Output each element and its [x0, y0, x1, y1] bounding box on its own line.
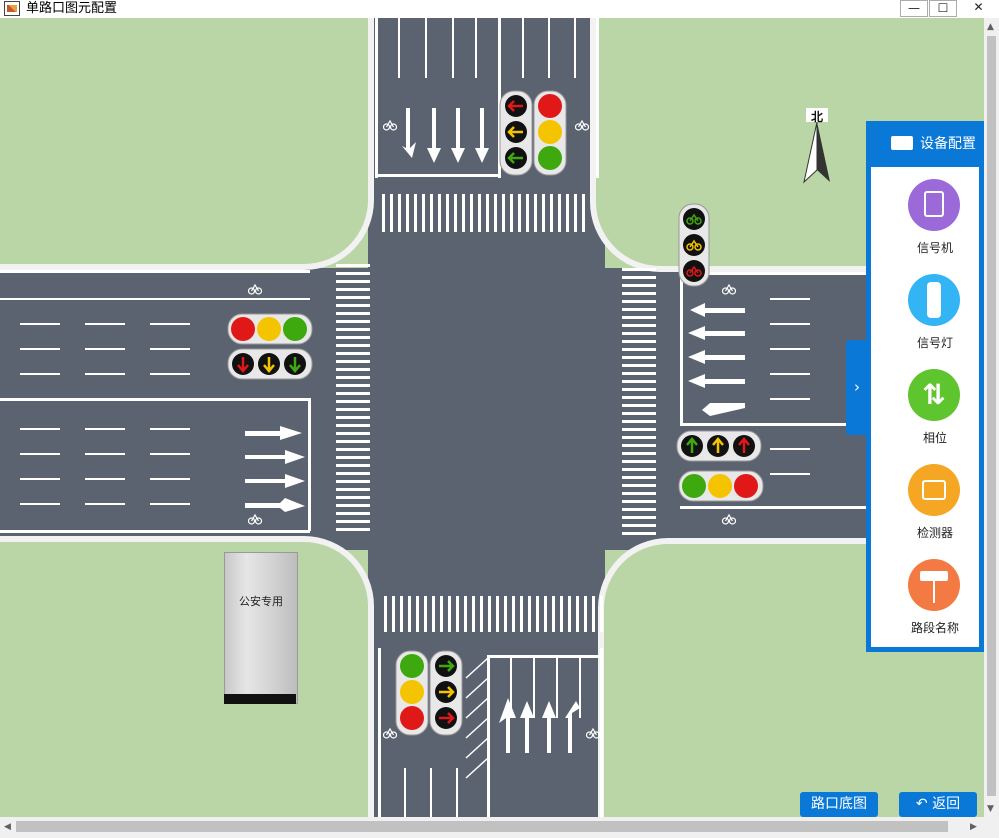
tool-signal-controller[interactable]: 信号机	[871, 167, 979, 259]
bike-lane-icon	[382, 116, 398, 131]
horizontal-scrollbar[interactable]: ◀ ▶	[0, 817, 999, 838]
tool-label: 路段名称	[910, 621, 959, 635]
vertical-scrollbar[interactable]: ▲ ▼	[984, 18, 999, 817]
tool-label: 信号灯	[916, 336, 953, 350]
compass-label: 北	[806, 108, 828, 124]
traffic-light-east-round[interactable]	[678, 470, 764, 506]
horizontal-scroll-thumb[interactable]	[16, 821, 948, 832]
tool-label: 信号机	[916, 241, 953, 255]
minimize-button[interactable]: —	[900, 0, 928, 17]
keyboard-icon	[891, 136, 913, 150]
bike-lane-icon	[574, 116, 590, 131]
panel-header: 设备配置	[866, 121, 984, 167]
traffic-light-west-straight[interactable]	[227, 348, 313, 384]
panel-title: 设备配置	[920, 136, 976, 152]
scroll-up-icon[interactable]: ▲	[987, 22, 994, 32]
tool-traffic-light[interactable]: 信号灯	[871, 262, 979, 354]
panel-collapse-button[interactable]: ›	[846, 340, 868, 435]
bike-lane-icon	[247, 280, 263, 295]
traffic-light-south-right-turn[interactable]	[429, 650, 463, 740]
traffic-light-west-round[interactable]	[227, 313, 313, 349]
traffic-light-east-straight[interactable]	[676, 430, 762, 466]
bike-lane-icon	[721, 280, 737, 295]
bike-lane-icon	[585, 724, 601, 739]
tool-detector[interactable]: 检测器	[871, 452, 979, 544]
intersection-canvas[interactable]: 公安专用 北 路口底图 ↶ 返回	[0, 18, 984, 817]
vertical-scroll-thumb[interactable]	[987, 36, 996, 796]
traffic-light-north-left-turn[interactable]	[499, 90, 533, 180]
device-config-panel: 设备配置 信号机 信号灯 ⇅ 相位 检测器 路段名称	[866, 121, 984, 652]
app-icon	[4, 1, 20, 16]
phase-arrows-icon: ⇅	[908, 369, 960, 421]
road-sign-icon	[908, 559, 960, 611]
traffic-light-south-round[interactable]	[395, 650, 429, 740]
scroll-right-icon[interactable]: ▶	[970, 822, 977, 832]
back-button[interactable]: ↶ 返回	[899, 792, 977, 817]
crosswalk-east	[622, 268, 656, 535]
bike-lane-icon	[247, 510, 263, 525]
scroll-left-icon[interactable]: ◀	[4, 822, 11, 832]
crosswalk-west	[336, 264, 370, 531]
maximize-button[interactable]: ☐	[929, 0, 957, 17]
traffic-light-north-round[interactable]	[533, 90, 567, 180]
panel-body: 信号机 信号灯 ⇅ 相位 检测器 路段名称	[871, 167, 979, 647]
back-arrow-icon: ↶	[915, 796, 933, 812]
window-title: 单路口图元配置	[26, 1, 118, 16]
scroll-down-icon[interactable]: ▼	[987, 804, 994, 814]
tool-phase[interactable]: ⇅ 相位	[871, 357, 979, 449]
traffic-light-east-bike[interactable]	[678, 203, 710, 291]
close-button[interactable]: ✕	[958, 0, 999, 17]
crosswalk-north	[382, 194, 585, 232]
signal-cabinet[interactable]: 公安专用	[224, 552, 298, 704]
detector-icon	[908, 464, 960, 516]
tool-road-name[interactable]: 路段名称	[871, 547, 979, 639]
signal-controller-icon	[908, 179, 960, 231]
bike-lane-icon	[721, 510, 737, 525]
title-bar: 单路口图元配置 — ☐ ✕	[0, 0, 999, 19]
crosswalk-south	[384, 596, 603, 632]
cabinet-label: 公安专用	[239, 595, 283, 608]
road-markings	[0, 18, 866, 817]
traffic-light-icon	[908, 274, 960, 326]
north-compass-icon[interactable]: 北	[800, 108, 834, 188]
cabinet-base	[224, 694, 296, 704]
tool-label: 检测器	[916, 526, 953, 540]
base-map-button[interactable]: 路口底图	[800, 792, 878, 817]
back-label: 返回	[932, 796, 961, 812]
tool-label: 相位	[922, 431, 947, 445]
